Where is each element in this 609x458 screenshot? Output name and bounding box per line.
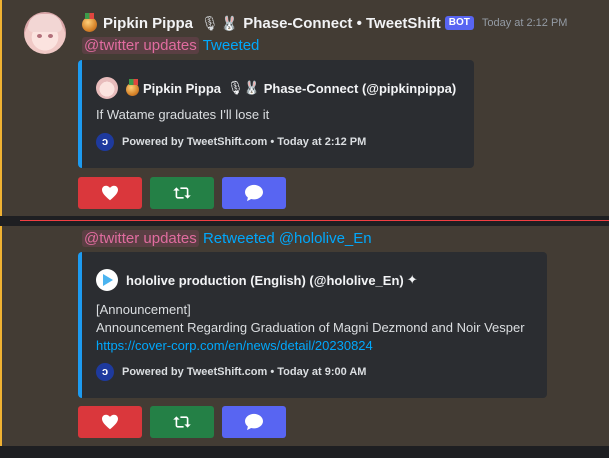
retweet-button[interactable] [150,177,214,209]
medal-icon [82,12,97,32]
embed-description-line2: Announcement Regarding Graduation of Mag… [96,320,525,335]
message-header: Pipkin Pippa 🎙 🐰 Phase-Connect • TweetSh… [82,12,568,33]
reply-button[interactable] [222,177,286,209]
hololive-logo-icon [96,269,118,291]
author-name[interactable]: Pipkin Pippa [103,15,193,32]
new-messages-divider [20,220,609,221]
embed-footer-text: Powered by TweetShift.com • Today at 2:1… [122,136,367,148]
reply-bubble-icon [245,413,263,431]
tweetshift-icon: ↄ [96,363,114,381]
embed-description-line1: [Announcement] [96,302,191,317]
message-timestamp[interactable]: Today at 2:12 PM [482,17,568,29]
reply-button[interactable] [222,406,286,438]
tweetshift-icon: ↄ [96,133,114,151]
embed-footer: ↄ Powered by TweetShift.com • Today at 9… [96,363,366,381]
sparkle-icon: ✦ [406,272,418,287]
embed-description: If Watame graduates I'll lose it [96,107,270,122]
action-link[interactable]: Retweeted @hololive_En [203,230,372,247]
embed-author[interactable]: Pipkin Pippa 🎙 🐰 Phase-Connect (@pipkinp… [96,77,456,99]
retweet-icon [173,187,191,199]
retweet-icon [173,416,191,428]
rabbit-icon: 🐰 [243,80,260,95]
retweet-button[interactable] [150,406,214,438]
role-mention[interactable]: @twitter updates [82,37,199,54]
app-name[interactable]: Phase-Connect • TweetShift [243,15,441,32]
microphone-icon: 🎙 [201,14,219,31]
embed-footer: ↄ Powered by TweetShift.com • Today at 2… [96,133,366,151]
heart-icon [102,414,118,430]
medal-icon [126,78,139,96]
like-button[interactable] [78,177,142,209]
embed-author-handle: Phase-Connect (@pipkinpippa) [263,80,457,96]
action-buttons [78,177,286,209]
embed-author[interactable]: hololive production (English) (@hololive… [96,269,418,291]
reply-bubble-icon [245,184,263,202]
user-avatar[interactable] [24,12,66,54]
tweet-embed: hololive production (English) (@hololive… [78,252,547,398]
rabbit-icon: 🐰 [220,14,239,31]
embed-footer-text: Powered by TweetShift.com • Today at 9:0… [122,366,367,378]
message-content: @twitter updates Retweeted @hololive_En [82,230,372,247]
bot-badge: BOT [444,16,474,30]
embed-link[interactable]: https://cover-corp.com/en/news/detail/20… [96,337,373,355]
embed-author-name: hololive production (English) (@hololive… [126,272,404,288]
tweet-embed: Pipkin Pippa 🎙 🐰 Phase-Connect (@pipkinp… [78,60,474,168]
like-button[interactable] [78,406,142,438]
message-content: @twitter updates Tweeted [82,37,259,54]
embed-author-avatar [96,77,118,99]
microphone-icon: 🎙 [227,80,244,95]
embed-author-name: Pipkin Pippa [143,80,222,96]
role-mention[interactable]: @twitter updates [82,230,199,247]
action-link[interactable]: Tweeted [203,37,260,54]
action-buttons [78,406,286,438]
heart-icon [102,185,118,201]
message-retweet: @twitter updates Retweeted @hololive_En … [0,226,609,446]
message-tweet: Pipkin Pippa 🎙 🐰 Phase-Connect • TweetSh… [0,0,609,216]
